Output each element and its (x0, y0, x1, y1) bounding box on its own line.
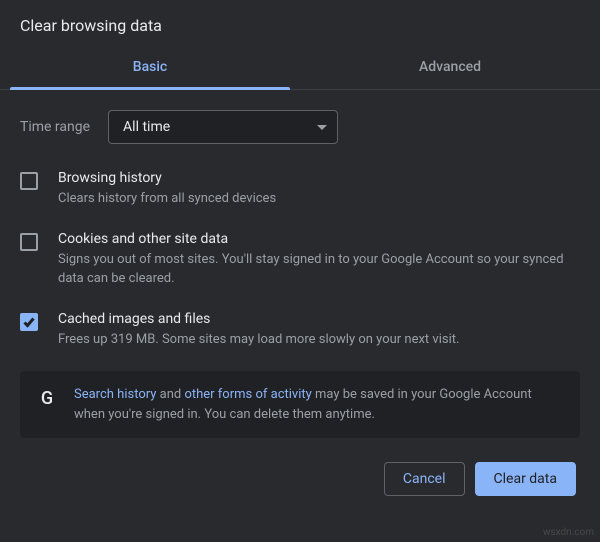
checkbox-cache[interactable] (20, 313, 38, 331)
option-cache: Cached images and files Frees up 319 MB.… (20, 311, 580, 350)
option-text: Cookies and other site data Signs you ou… (58, 231, 580, 289)
clear-data-button[interactable]: Clear data (475, 462, 576, 496)
watermark: wsxdn.com (543, 527, 594, 538)
other-activity-link[interactable]: other forms of activity (184, 387, 311, 402)
dialog-footer: Cancel Clear data (20, 462, 580, 510)
tab-advanced[interactable]: Advanced (300, 45, 600, 89)
option-title: Cached images and files (58, 311, 580, 327)
google-account-info: G Search history and other forms of acti… (20, 371, 580, 438)
option-desc: Frees up 319 MB. Some sites may load mor… (58, 330, 580, 350)
checkbox-cookies[interactable] (20, 233, 38, 251)
option-text: Browsing history Clears history from all… (58, 170, 580, 209)
tab-basic[interactable]: Basic (0, 45, 300, 89)
option-title: Cookies and other site data (58, 231, 580, 247)
option-desc: Clears history from all synced devices (58, 189, 580, 209)
time-range-select[interactable]: All time (108, 110, 338, 144)
dialog-title: Clear browsing data (20, 16, 580, 35)
option-text: Cached images and files Frees up 319 MB.… (58, 311, 580, 350)
option-browsing-history: Browsing history Clears history from all… (20, 170, 580, 209)
caret-down-icon (317, 125, 327, 130)
option-title: Browsing history (58, 170, 580, 186)
google-icon: G (36, 387, 58, 409)
tabs: Basic Advanced (0, 45, 600, 90)
info-text: Search history and other forms of activi… (74, 385, 564, 424)
time-range-row: Time range All time (20, 110, 580, 144)
option-cookies: Cookies and other site data Signs you ou… (20, 231, 580, 289)
checkmark-icon (22, 315, 36, 329)
cancel-button[interactable]: Cancel (384, 462, 465, 496)
clear-browsing-data-dialog: Clear browsing data Basic Advanced Time … (0, 0, 600, 510)
checkbox-browsing-history[interactable] (20, 172, 38, 190)
search-history-link[interactable]: Search history (74, 387, 156, 402)
time-range-label: Time range (20, 119, 90, 135)
option-desc: Signs you out of most sites. You'll stay… (58, 250, 580, 289)
info-t1: and (156, 387, 184, 402)
time-range-value: All time (123, 119, 170, 135)
